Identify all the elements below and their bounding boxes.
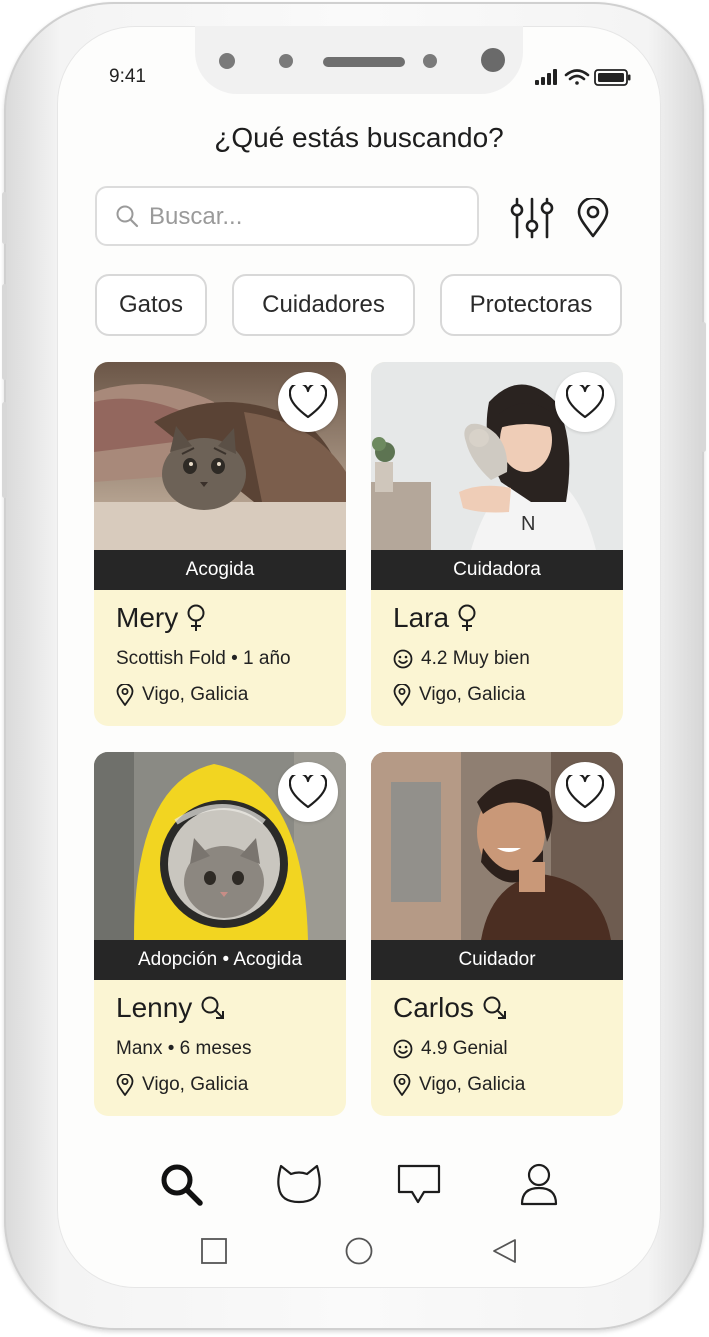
search-icon xyxy=(161,1164,203,1206)
card-info: Scottish Fold • 1 año xyxy=(116,648,291,670)
card-location: Vigo, Galicia xyxy=(116,684,248,706)
card-name: Mery xyxy=(116,602,206,634)
card-info: Manx • 6 meses xyxy=(116,1038,251,1060)
chat-icon xyxy=(397,1164,441,1204)
signal-icon xyxy=(535,69,557,85)
favorite-button[interactable] xyxy=(555,762,615,822)
speaker-grille xyxy=(323,57,405,67)
result-card[interactable]: Acogida Mery Scottish Fold • 1 año Vigo,… xyxy=(94,362,346,726)
tab-profile[interactable] xyxy=(515,1160,563,1208)
card-location-text: Vigo, Galicia xyxy=(142,1074,249,1095)
favorite-button[interactable] xyxy=(278,762,338,822)
result-card[interactable]: N Cuidadora Lara 4.2 Muy bien Vigo, Gali… xyxy=(371,362,623,726)
bottom-tab-bar xyxy=(57,1152,661,1212)
favorite-button[interactable] xyxy=(555,372,615,432)
mute-switch xyxy=(2,192,7,244)
front-camera xyxy=(481,48,505,72)
card-location-text: Vigo, Galicia xyxy=(419,684,526,705)
notch xyxy=(195,26,523,94)
volume-down-button xyxy=(2,402,7,498)
filter-sliders-icon[interactable] xyxy=(509,196,555,240)
home-button[interactable] xyxy=(342,1234,376,1268)
phone-frame: 9:41 ¿Qué estás buscando? Buscar... Gato… xyxy=(2,2,706,1330)
male-icon xyxy=(483,996,506,1019)
card-location: Vigo, Galicia xyxy=(393,1074,525,1096)
card-category-band: Cuidador xyxy=(371,940,623,980)
status-time: 9:41 xyxy=(109,66,146,87)
search-input[interactable] xyxy=(147,200,451,234)
heart-icon xyxy=(566,775,604,809)
card-info: 4.9 Genial xyxy=(393,1038,508,1060)
power-button xyxy=(701,322,706,452)
card-location: Vigo, Galicia xyxy=(393,684,525,706)
card-name: Carlos xyxy=(393,992,508,1024)
card-category-band: Acogida xyxy=(94,550,346,590)
triangle-back-icon xyxy=(493,1239,516,1263)
search-icon xyxy=(116,205,139,228)
card-category-band: Adopción • Acogida xyxy=(94,940,346,980)
card-name-text: Lara xyxy=(393,602,450,633)
location-pin-icon xyxy=(393,1074,411,1096)
sensor-dot xyxy=(423,54,437,68)
tab-search[interactable] xyxy=(157,1160,205,1208)
tab-messages[interactable] xyxy=(395,1160,443,1208)
card-category-band: Cuidadora xyxy=(371,550,623,590)
location-pin-icon xyxy=(393,684,411,706)
svg-text:N: N xyxy=(521,513,535,535)
smiley-icon xyxy=(393,649,413,669)
result-card[interactable]: Cuidador Carlos 4.9 Genial Vigo, Galicia xyxy=(371,752,623,1116)
card-location-text: Vigo, Galicia xyxy=(142,684,249,705)
location-pin-icon xyxy=(116,1074,134,1096)
sensor-dot xyxy=(219,53,235,69)
battery-icon xyxy=(594,69,631,86)
status-icons xyxy=(535,69,631,86)
result-card[interactable]: Adopción • Acogida Lenny Manx • 6 meses … xyxy=(94,752,346,1116)
card-info-text: 4.9 Genial xyxy=(421,1038,508,1059)
volume-up-button xyxy=(2,284,7,380)
card-name: Lenny xyxy=(116,992,226,1024)
system-navigation-bar xyxy=(57,1226,661,1276)
heart-icon xyxy=(289,385,327,419)
favorite-button[interactable] xyxy=(278,372,338,432)
filter-chip-protectoras[interactable]: Protectoras xyxy=(440,274,622,336)
female-icon xyxy=(458,604,476,631)
tab-cats[interactable] xyxy=(275,1160,323,1208)
cat-icon xyxy=(277,1164,321,1204)
heart-icon xyxy=(566,385,604,419)
user-icon xyxy=(520,1163,558,1206)
recents-button[interactable] xyxy=(197,1234,231,1268)
card-name-text: Mery xyxy=(116,602,179,633)
square-icon xyxy=(201,1238,227,1264)
card-info-text: Scottish Fold • 1 año xyxy=(116,648,291,669)
card-location-text: Vigo, Galicia xyxy=(419,1074,526,1095)
card-info-text: 4.2 Muy bien xyxy=(421,648,530,669)
wifi-icon xyxy=(564,69,590,85)
card-name-text: Lenny xyxy=(116,992,193,1023)
card-info-text: Manx • 6 meses xyxy=(116,1038,252,1059)
card-info: 4.2 Muy bien xyxy=(393,648,530,670)
page-title: ¿Qué estás buscando? xyxy=(214,122,504,153)
circle-icon xyxy=(345,1237,373,1265)
smiley-icon xyxy=(393,1039,413,1059)
female-icon xyxy=(187,604,205,631)
screen: 9:41 ¿Qué estás buscando? Buscar... Gato… xyxy=(57,26,661,1288)
back-button[interactable] xyxy=(487,1234,521,1268)
card-name-text: Carlos xyxy=(393,992,474,1023)
male-icon xyxy=(201,996,225,1019)
sensor-dot xyxy=(279,54,293,68)
location-pin-icon xyxy=(116,684,134,706)
filter-chip-cuidadores[interactable]: Cuidadores xyxy=(232,274,415,336)
location-pin-icon[interactable] xyxy=(576,198,610,238)
card-name: Lara xyxy=(393,602,477,634)
filter-chip-gatos[interactable]: Gatos xyxy=(95,274,207,336)
card-location: Vigo, Galicia xyxy=(116,1074,248,1096)
heart-icon xyxy=(289,775,327,809)
search-bar[interactable] xyxy=(95,186,479,246)
